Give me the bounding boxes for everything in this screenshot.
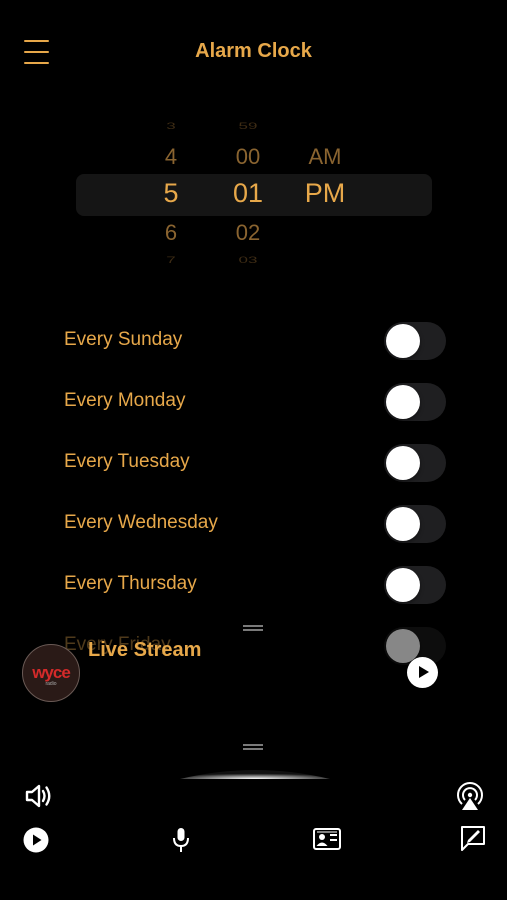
station-logo-subtext: radio bbox=[45, 681, 57, 687]
day-row-wednesday: Every Wednesday bbox=[0, 494, 507, 555]
volume-icon[interactable] bbox=[24, 782, 54, 810]
minute-option[interactable]: 03 bbox=[208, 255, 288, 266]
day-row-sunday: Every Sunday bbox=[0, 311, 507, 372]
day-label: Every Tuesday bbox=[64, 451, 190, 472]
compose-icon[interactable] bbox=[459, 824, 487, 852]
hour-option[interactable]: 4 bbox=[131, 144, 211, 170]
day-label: Every Thursday bbox=[64, 573, 197, 594]
day-row-thursday: Every Thursday bbox=[0, 555, 507, 616]
monday-toggle[interactable] bbox=[384, 383, 446, 421]
microphone-icon[interactable] bbox=[171, 826, 191, 854]
minute-option[interactable]: 00 bbox=[208, 144, 288, 170]
minute-selected[interactable]: 01 bbox=[208, 178, 288, 209]
hour-option[interactable]: 6 bbox=[131, 220, 211, 246]
day-label: Every Wednesday bbox=[64, 512, 218, 533]
drag-handle-icon[interactable] bbox=[243, 743, 263, 751]
hour-selected[interactable]: 5 bbox=[131, 178, 211, 209]
mini-play-button[interactable] bbox=[407, 657, 438, 688]
minute-option[interactable]: 02 bbox=[208, 220, 288, 246]
toggle-knob bbox=[386, 446, 420, 480]
station-logo-text: wyce bbox=[32, 663, 71, 682]
drag-handle-icon[interactable] bbox=[243, 624, 263, 632]
toggle-knob bbox=[386, 507, 420, 541]
toggle-knob bbox=[386, 385, 420, 419]
sheet-arc-indicator bbox=[180, 770, 330, 779]
day-label: Every Sunday bbox=[64, 329, 183, 350]
station-logo[interactable]: wyce radio bbox=[22, 644, 80, 702]
stream-title: Live Stream bbox=[88, 639, 202, 661]
day-row-tuesday: Every Tuesday bbox=[0, 433, 507, 494]
play-icon[interactable] bbox=[23, 827, 49, 853]
tuesday-toggle[interactable] bbox=[384, 444, 446, 482]
thursday-toggle[interactable] bbox=[384, 566, 446, 604]
hour-option[interactable]: 3 bbox=[131, 121, 211, 132]
hour-option[interactable]: 7 bbox=[131, 255, 211, 266]
sunday-toggle[interactable] bbox=[384, 322, 446, 360]
contact-card-icon[interactable] bbox=[312, 826, 342, 852]
day-row-monday: Every Monday bbox=[0, 372, 507, 433]
time-picker[interactable]: 3 4 5 6 7 59 00 01 02 03 AM PM bbox=[0, 110, 507, 280]
toggle-knob bbox=[386, 324, 420, 358]
day-label: Every Monday bbox=[64, 390, 186, 411]
page-title: Alarm Clock bbox=[195, 40, 312, 62]
minute-option[interactable]: 59 bbox=[208, 121, 288, 132]
wednesday-toggle[interactable] bbox=[384, 505, 446, 543]
airplay-icon[interactable] bbox=[454, 780, 486, 812]
toggle-knob bbox=[386, 568, 420, 602]
period-selected[interactable]: PM bbox=[285, 178, 365, 209]
period-option[interactable]: AM bbox=[285, 144, 365, 170]
